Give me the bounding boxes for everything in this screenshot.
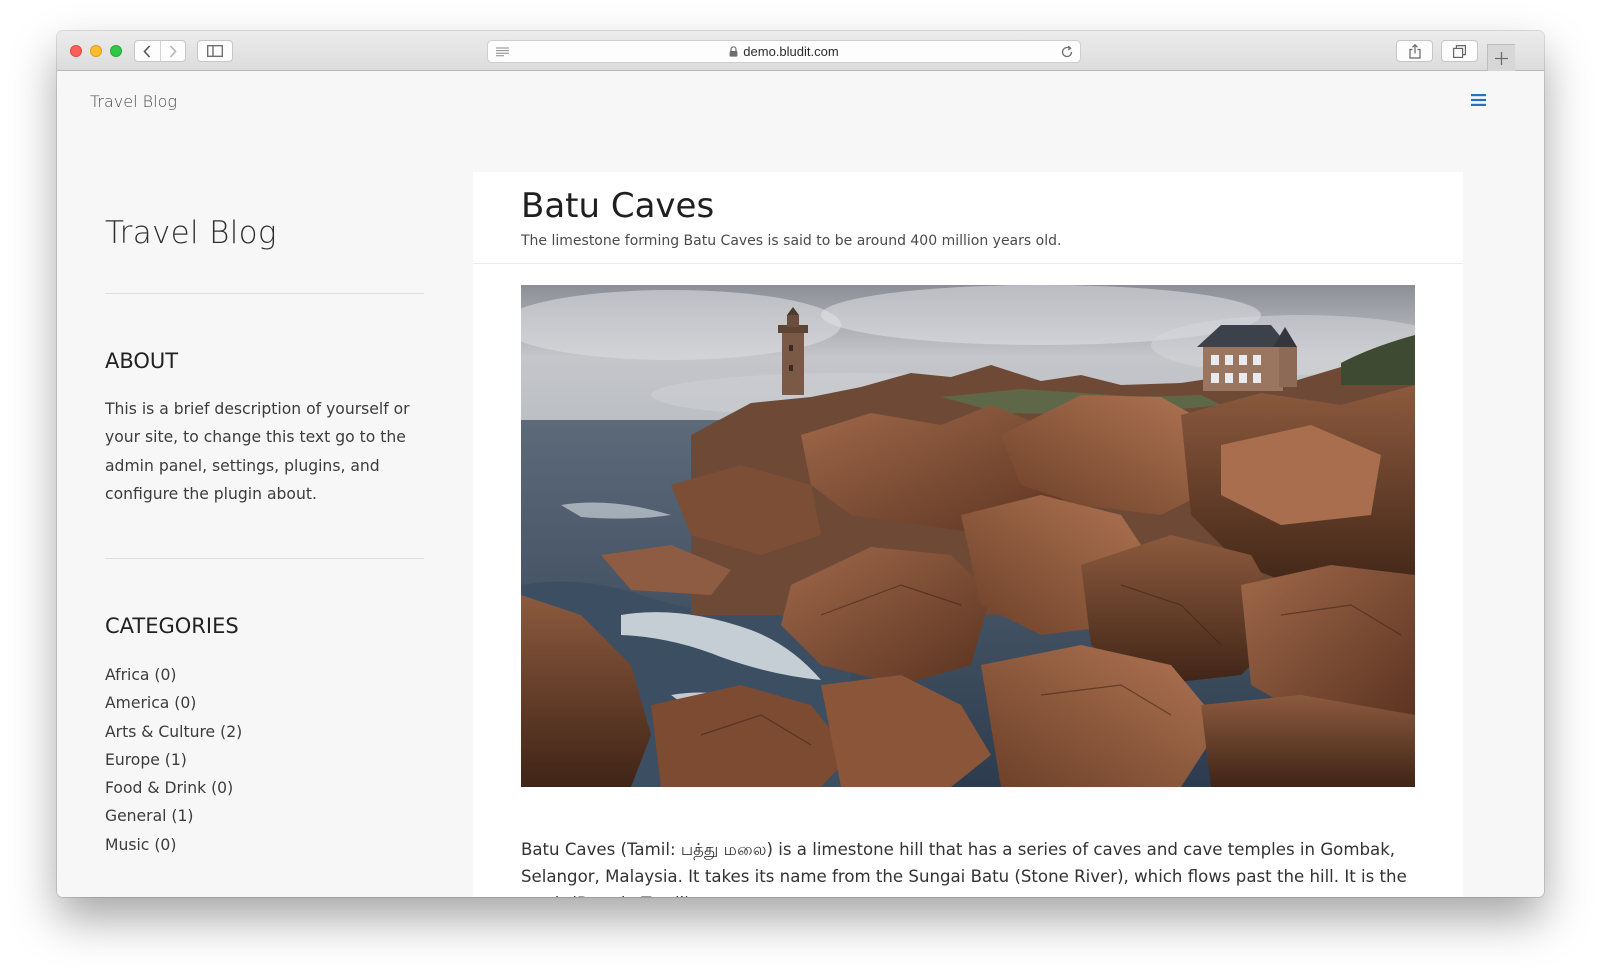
close-window-button[interactable]: [70, 45, 82, 57]
article-subtitle: The limestone forming Batu Caves is said…: [521, 233, 1062, 249]
article-header: Batu Caves The limestone forming Batu Ca…: [473, 172, 1463, 264]
new-tab-button[interactable]: [1487, 44, 1515, 71]
article-card: Batu Caves The limestone forming Batu Ca…: [473, 172, 1463, 897]
share-icon: [1408, 43, 1421, 59]
sidebar-icon: [207, 45, 223, 57]
divider: [105, 293, 424, 294]
url-text: demo.bludit.com: [743, 44, 839, 59]
address-bar[interactable]: demo.bludit.com: [487, 40, 1081, 63]
article-title[interactable]: Batu Caves: [521, 186, 714, 226]
sidebar-toggle-button[interactable]: [197, 40, 233, 62]
web-page: Travel Blog Travel Blog ABOUT This is a …: [57, 71, 1544, 897]
chevron-left-icon: [143, 44, 151, 58]
show-tabs-button[interactable]: [1441, 40, 1478, 62]
divider: [105, 558, 424, 559]
chevron-right-icon: [169, 44, 177, 58]
site-brand-link[interactable]: Travel Blog: [90, 92, 177, 111]
browser-window: demo.bludit.com Travel Blog Travel Blog …: [57, 31, 1544, 897]
forward-button[interactable]: [161, 41, 186, 61]
url-container: demo.bludit.com: [488, 41, 1080, 62]
plus-icon: [1495, 51, 1508, 65]
reload-icon[interactable]: [1060, 45, 1074, 59]
category-link[interactable]: General (1): [105, 802, 242, 830]
category-link[interactable]: Food & Drink (0): [105, 774, 242, 802]
category-link[interactable]: America (0): [105, 689, 242, 717]
tabs-icon: [1453, 44, 1466, 58]
category-link[interactable]: Europe (1): [105, 746, 242, 774]
minimize-window-button[interactable]: [90, 45, 102, 57]
lock-icon: [729, 46, 738, 57]
categories-heading: CATEGORIES: [105, 614, 239, 638]
category-link[interactable]: Arts & Culture (2): [105, 718, 242, 746]
category-link[interactable]: Africa (0): [105, 661, 242, 689]
article-body: Batu Caves (Tamil: பத்து மலை) is a limes…: [521, 840, 1407, 897]
sidebar-site-title: Travel Blog: [105, 215, 277, 251]
categories-list: Africa (0) America (0) Arts & Culture (2…: [105, 661, 242, 859]
back-button[interactable]: [135, 41, 161, 61]
history-nav: [134, 40, 186, 62]
cover-image: [521, 285, 1415, 787]
about-heading: ABOUT: [105, 349, 179, 373]
maximize-window-button[interactable]: [110, 45, 122, 57]
coastal-rocks-photo: [521, 285, 1415, 787]
share-button[interactable]: [1396, 40, 1433, 62]
category-link[interactable]: Music (0): [105, 831, 242, 859]
hamburger-menu-icon[interactable]: [1471, 94, 1486, 106]
about-text: This is a brief description of yourself …: [105, 400, 410, 503]
browser-toolbar: demo.bludit.com: [57, 31, 1544, 71]
